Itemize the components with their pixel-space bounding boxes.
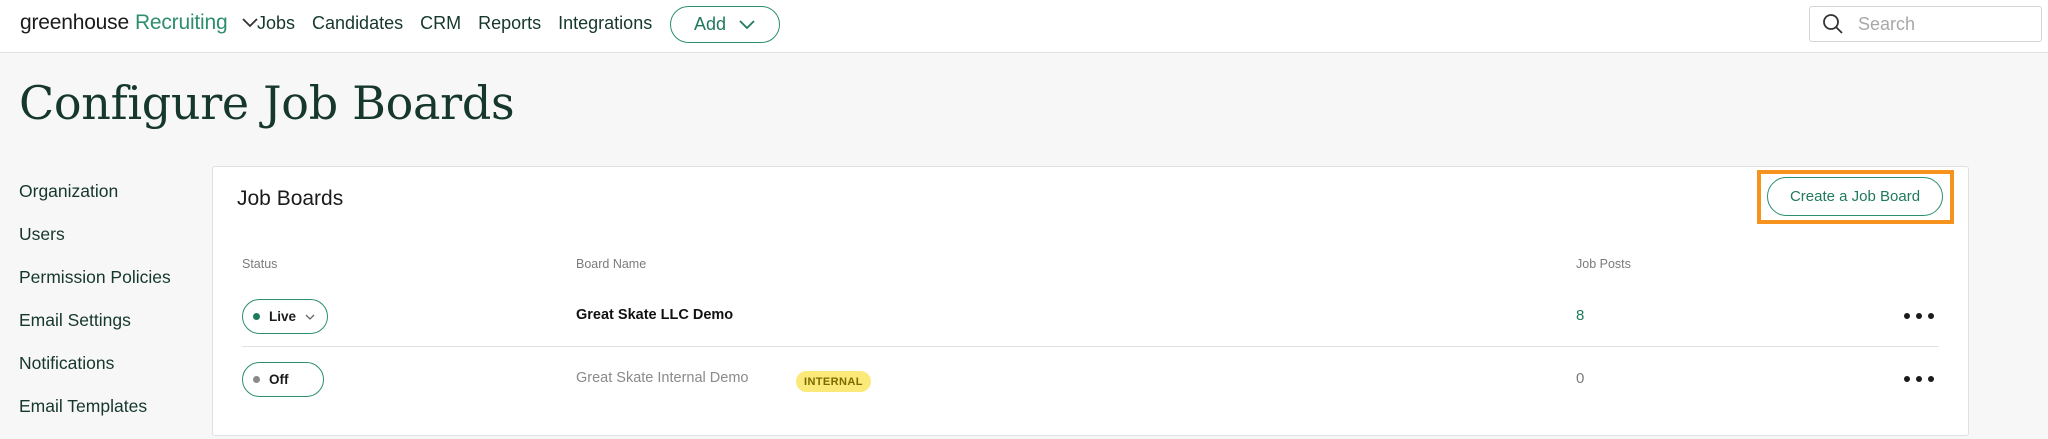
app-logo[interactable]: greenhouse Recruiting <box>20 11 259 35</box>
more-horizontal-icon[interactable] <box>1904 308 1934 324</box>
status-label: Live <box>269 309 297 324</box>
search-icon <box>1822 13 1844 35</box>
page-title: Configure Job Boards <box>19 76 515 130</box>
status-dropdown[interactable]: Off <box>242 362 324 397</box>
add-button-label: Add <box>693 14 727 34</box>
job-boards-card: Job Boards Create a Job Board Status Boa… <box>212 166 1969 436</box>
table-row: Live Great Skate LLC Demo 8 <box>242 284 1939 347</box>
add-button[interactable]: Add <box>670 6 780 43</box>
main-nav: Jobs Candidates CRM Reports Integrations <box>257 13 669 34</box>
top-navigation-bar: greenhouse Recruiting Jobs Candidates CR… <box>0 0 2048 53</box>
board-name: Great Skate Internal Demo <box>576 370 749 386</box>
column-header-board-name: Board Name <box>576 257 647 271</box>
settings-sidebar: Organization Users Permission Policies E… <box>19 181 171 439</box>
logo-product: Recruiting <box>134 11 228 34</box>
table-row: Off Great Skate Internal Demo INTERNAL 0 <box>242 347 1939 410</box>
column-header-job-posts: Job Posts <box>1576 257 1631 271</box>
nav-crm[interactable]: CRM <box>420 13 461 34</box>
chevron-down-icon <box>738 14 756 35</box>
sidebar-item-organization[interactable]: Organization <box>19 181 171 224</box>
job-posts-count[interactable]: 8 <box>1576 307 1584 324</box>
sidebar-item-users[interactable]: Users <box>19 224 171 267</box>
status-label: Off <box>269 372 289 387</box>
search-input[interactable] <box>1858 13 2028 35</box>
nav-integrations[interactable]: Integrations <box>558 13 652 34</box>
create-job-board-button[interactable]: Create a Job Board <box>1767 177 1943 216</box>
column-header-status: Status <box>242 257 278 271</box>
nav-candidates[interactable]: Candidates <box>312 13 403 34</box>
sidebar-item-email-settings[interactable]: Email Settings <box>19 310 171 353</box>
status-dropdown[interactable]: Live <box>242 299 329 334</box>
search-box[interactable] <box>1809 6 2042 42</box>
nav-jobs[interactable]: Jobs <box>257 13 295 34</box>
status-dot <box>253 313 260 320</box>
status-dot <box>253 376 260 383</box>
logo-brand: greenhouse <box>20 11 129 34</box>
more-horizontal-icon[interactable] <box>1904 371 1934 387</box>
board-name: Great Skate LLC Demo <box>576 307 734 323</box>
sidebar-item-permission-policies[interactable]: Permission Policies <box>19 267 171 310</box>
chevron-down-icon <box>305 309 315 324</box>
card-title: Job Boards <box>237 187 344 210</box>
internal-badge: INTERNAL <box>796 371 871 392</box>
sidebar-item-notifications[interactable]: Notifications <box>19 353 171 396</box>
nav-reports[interactable]: Reports <box>478 13 541 34</box>
job-posts-count: 0 <box>1576 370 1585 387</box>
sidebar-item-email-templates[interactable]: Email Templates <box>19 396 171 439</box>
